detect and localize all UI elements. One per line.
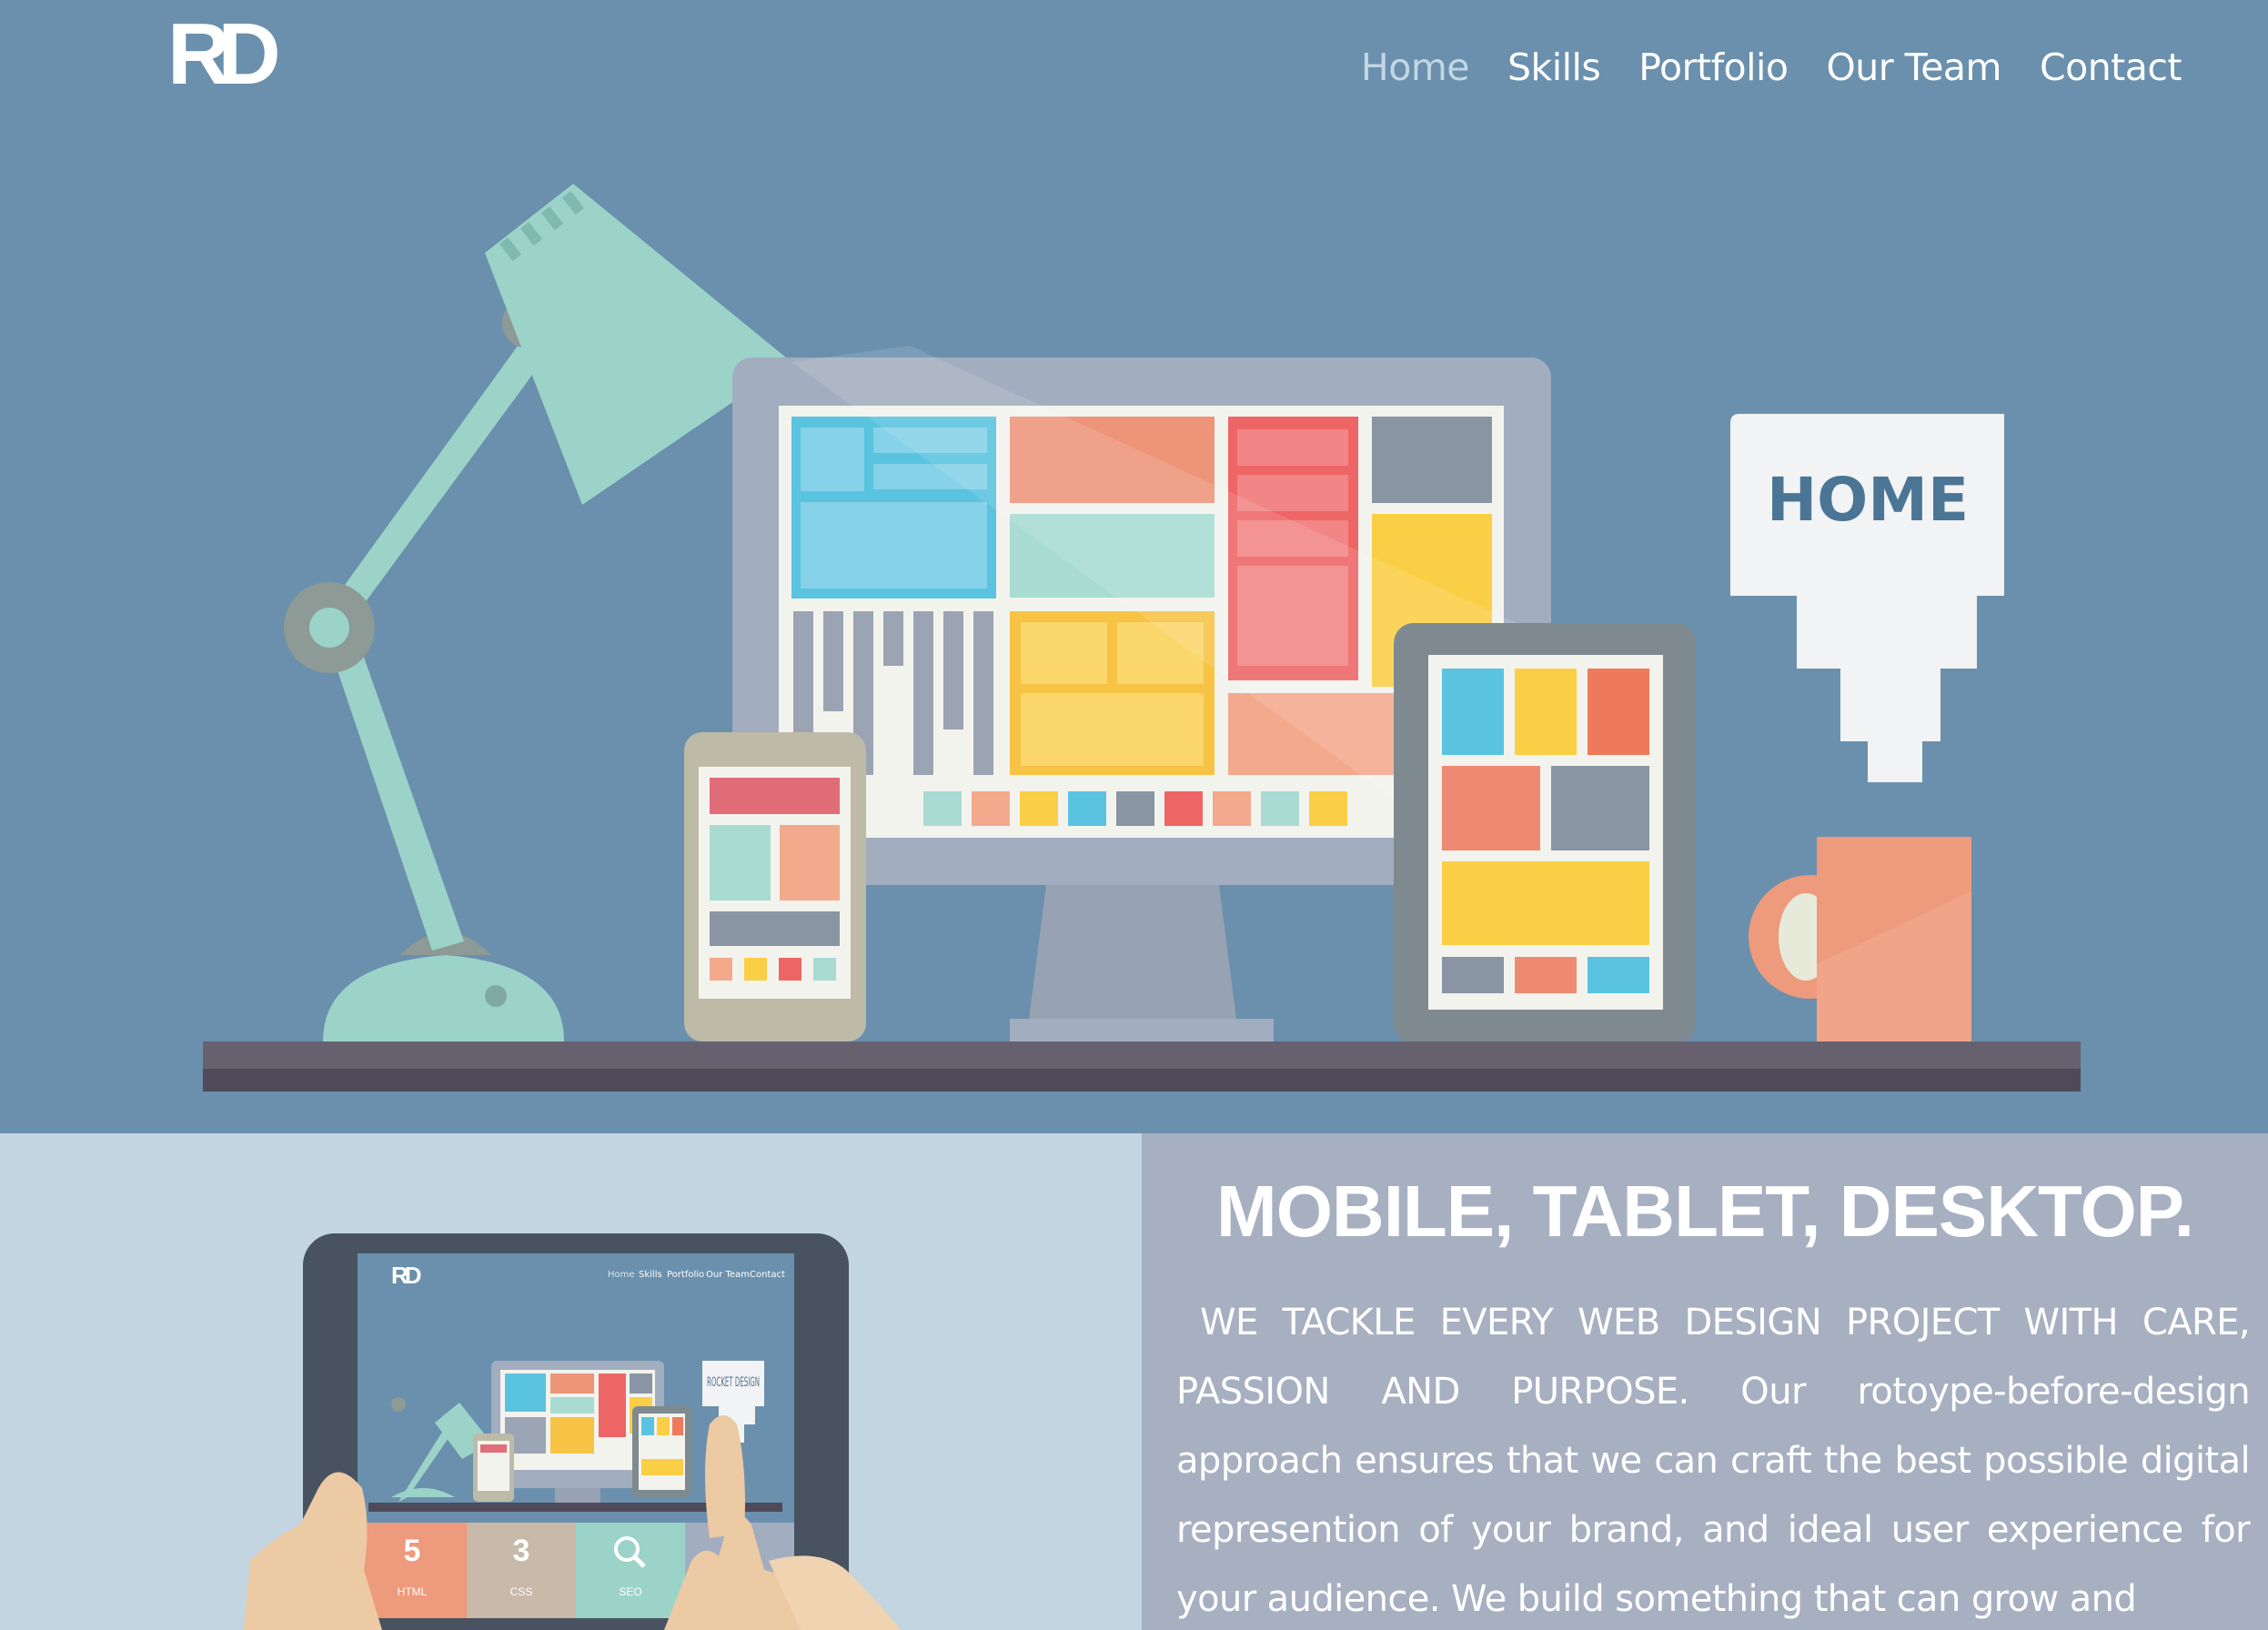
- mockup-nav-contact: Contact: [750, 1270, 785, 1280]
- desk-illustration: [203, 1041, 2081, 1092]
- phone-illustration: [684, 732, 866, 1041]
- page: RD Home Skills Portfolio Our Team Contac…: [0, 0, 2268, 1630]
- css3-icon: 3: [513, 1534, 530, 1568]
- feature-section: MOBILE, TABLET, DESKTOP. WE TACKLE EVERY…: [1142, 1133, 2268, 1630]
- tablet-illustration: [1394, 623, 1696, 1043]
- mockup-sign-text: ROCKET DESIGN: [707, 1375, 760, 1390]
- mockup-nav-home: Home: [608, 1270, 635, 1280]
- mockup-nav-our-team: Our Team: [706, 1270, 750, 1280]
- mockup-nav-skills: Skills: [639, 1270, 662, 1280]
- home-sign-text: HOME: [1767, 465, 1969, 535]
- tile-label-css: CSS: [510, 1585, 533, 1598]
- mockup-nav-portfolio: Portfolio: [667, 1270, 704, 1280]
- tile-label-html: HTML: [398, 1585, 428, 1598]
- tablet-in-hands-illustration: RD Home Skills Portfolio Our Team Contac…: [244, 1233, 901, 1630]
- feature-paragraph: WE TACKLE EVERY WEB DESIGN PROJECT WITH …: [1176, 1302, 2251, 1620]
- tile-label-seo: SEO: [619, 1585, 641, 1598]
- feature-headline: MOBILE, TABLET, DESKTOP.: [1216, 1171, 2194, 1252]
- mockup-logo: RD: [391, 1262, 421, 1289]
- device-mockup-panel: RD Home Skills Portfolio Our Team Contac…: [0, 1133, 1142, 1630]
- hero-section: RD Home Skills Portfolio Our Team Contac…: [0, 0, 2268, 1133]
- mug-illustration: [1749, 837, 1971, 1041]
- html5-icon: 5: [404, 1534, 421, 1568]
- home-sign-illustration: HOME: [1730, 414, 2004, 782]
- hero-illustration: HOME: [203, 184, 2081, 1092]
